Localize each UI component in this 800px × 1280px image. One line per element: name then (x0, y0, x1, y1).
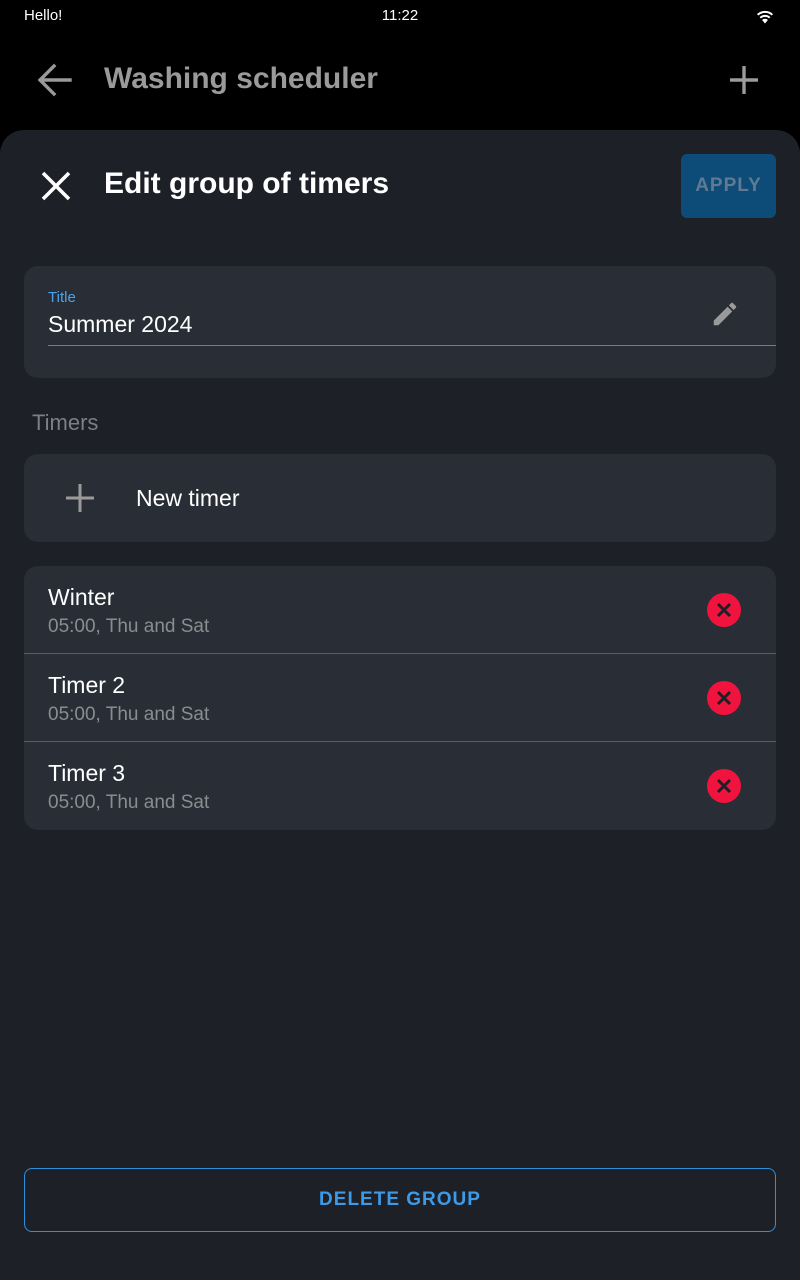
status-time: 11:22 (381, 7, 419, 24)
title-field-label: Title (48, 289, 76, 306)
timer-name: Timer 3 (48, 760, 126, 786)
timer-schedule: 05:00, Thu and Sat (48, 792, 210, 813)
edit-group-sheet: Edit group of timers APPLY Title Summer … (0, 130, 800, 1280)
close-icon[interactable] (34, 164, 78, 208)
app-bar: Washing scheduler (0, 32, 800, 128)
timer-row[interactable]: Timer 2 05:00, Thu and Sat (24, 654, 776, 742)
delete-group-button[interactable]: DELETE GROUP (24, 1168, 776, 1232)
sheet-title: Edit group of timers (104, 167, 389, 200)
new-timer-label: New timer (136, 485, 240, 511)
plus-icon (64, 482, 96, 514)
timer-name: Timer 2 (48, 672, 126, 698)
title-field-underline (48, 345, 776, 346)
remove-timer-icon[interactable] (706, 592, 742, 628)
timer-schedule: 05:00, Thu and Sat (48, 704, 210, 725)
title-field[interactable]: Title Summer 2024 (24, 266, 776, 378)
pencil-icon[interactable] (710, 299, 740, 329)
timers-section-label: Timers (32, 410, 99, 435)
status-bar: Hello! 11:22 (0, 0, 800, 32)
app-title: Washing scheduler (104, 62, 378, 95)
remove-timer-icon[interactable] (706, 680, 742, 716)
timer-row[interactable]: Winter 05:00, Thu and Sat (24, 566, 776, 654)
back-arrow-icon[interactable] (34, 60, 78, 100)
timer-list: Winter 05:00, Thu and Sat Timer 2 05:00,… (24, 566, 776, 830)
timer-schedule: 05:00, Thu and Sat (48, 616, 210, 637)
wifi-icon (754, 6, 776, 26)
timer-row[interactable]: Timer 3 05:00, Thu and Sat (24, 742, 776, 830)
apply-button[interactable]: APPLY (681, 154, 776, 218)
timer-name: Winter (48, 584, 115, 610)
remove-timer-icon[interactable] (706, 768, 742, 804)
add-icon[interactable] (722, 58, 766, 102)
new-timer-button[interactable]: New timer (24, 454, 776, 542)
title-field-value[interactable]: Summer 2024 (48, 311, 192, 338)
